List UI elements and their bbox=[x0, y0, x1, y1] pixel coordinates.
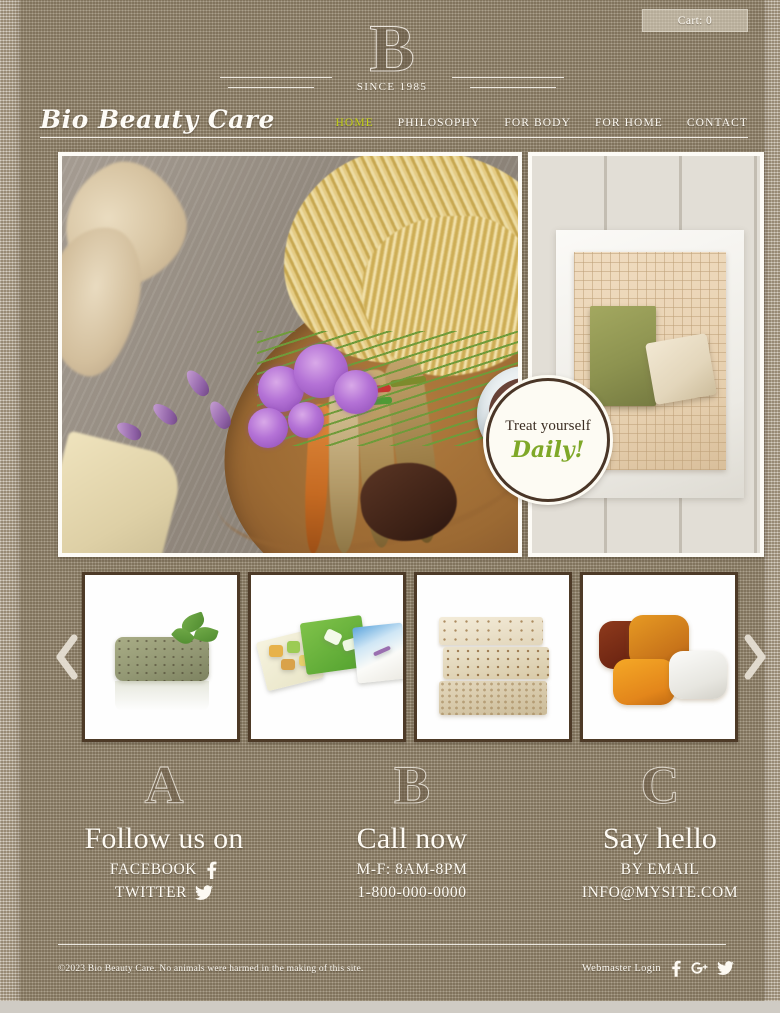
chevron-right-icon[interactable] bbox=[742, 634, 768, 680]
twitter-icon[interactable] bbox=[717, 961, 734, 976]
crest-monogram: B SINCE 1985 bbox=[332, 10, 452, 94]
orange-soap bbox=[613, 659, 675, 705]
carousel-thumb-1[interactable] bbox=[82, 572, 240, 742]
hero-section: Treat yourself Daily! bbox=[58, 152, 764, 557]
twitter-icon[interactable] bbox=[195, 885, 214, 901]
clear-soap bbox=[669, 651, 727, 699]
info-column-a: A Follow us on FACEBOOK TWITTER bbox=[40, 756, 288, 906]
carousel-thumb-3[interactable] bbox=[414, 572, 572, 742]
column-letter-a: A bbox=[144, 755, 184, 815]
promo-badge[interactable]: Treat yourself Daily! bbox=[486, 378, 610, 502]
product-carousel bbox=[56, 572, 766, 744]
bottom-strip bbox=[0, 1001, 780, 1013]
nav-item-contact[interactable]: CONTACT bbox=[687, 117, 748, 129]
nav-item-philosophy[interactable]: PHILOSOPHY bbox=[398, 117, 481, 129]
business-hours: M-F: 8AM-8PM bbox=[288, 861, 536, 879]
olive-soap-bar bbox=[590, 306, 656, 406]
copyright-text: ©2023 Bio Beauty Care. No animals were h… bbox=[58, 963, 364, 974]
webmaster-login-link[interactable]: Webmaster Login bbox=[582, 963, 661, 974]
brand-name[interactable]: Bio Beauty Care bbox=[40, 105, 275, 137]
site-crest: B SINCE 1985 bbox=[20, 14, 764, 96]
confetti-chip bbox=[281, 659, 295, 670]
oat-soap-bar-bottom-texture bbox=[439, 681, 547, 715]
facebook-icon[interactable] bbox=[670, 960, 682, 977]
column-title-a: Follow us on bbox=[84, 822, 244, 855]
facebook-link[interactable]: FACEBOOK bbox=[40, 861, 288, 879]
info-column-b: B Call now M-F: 8AM-8PM 1-800-000-0000 bbox=[288, 756, 536, 906]
business-hours-text: M-F: 8AM-8PM bbox=[356, 861, 468, 878]
phone-number-text: 1-800-000-0000 bbox=[357, 884, 467, 901]
info-column-c: C Say hello BY EMAIL INFO@MYSITE.COM bbox=[536, 756, 780, 906]
carousel-thumb-4[interactable] bbox=[580, 572, 738, 742]
crest-since-label: SINCE 1985 bbox=[356, 81, 428, 93]
chive-blossom bbox=[248, 408, 288, 448]
crest-letter: B bbox=[369, 10, 415, 86]
phone-number[interactable]: 1-800-000-0000 bbox=[288, 884, 536, 902]
email-address[interactable]: INFO@MYSITE.COM bbox=[536, 884, 780, 902]
footer-right-group: Webmaster Login bbox=[582, 960, 734, 977]
chive-blossom bbox=[334, 370, 378, 414]
chive-blossom bbox=[288, 402, 324, 438]
oat-soap-bar-top-specks bbox=[439, 617, 543, 645]
confetti-chip bbox=[287, 641, 300, 653]
green-soap-bar bbox=[115, 637, 209, 711]
hero-image-herbs[interactable] bbox=[58, 152, 522, 557]
site-footer: ©2023 Bio Beauty Care. No animals were h… bbox=[58, 960, 734, 977]
nav-item-for-body[interactable]: FOR BODY bbox=[504, 117, 571, 129]
info-columns: A Follow us on FACEBOOK TWITTER B Call n… bbox=[40, 756, 780, 906]
footer-divider bbox=[58, 944, 726, 945]
badge-line-1: Treat yourself bbox=[505, 417, 591, 434]
nav-item-for-home[interactable]: FOR HOME bbox=[595, 117, 663, 129]
main-nav: HOME PHILOSOPHY FOR BODY FOR HOME CONTAC… bbox=[336, 117, 748, 137]
column-letter-c: C bbox=[640, 755, 680, 815]
page-root: Cart: 0 B SINCE 1985 Bio Beauty Care HOM… bbox=[0, 0, 780, 1013]
column-title-c: Say hello bbox=[602, 822, 718, 855]
email-label-text: BY EMAIL bbox=[620, 861, 700, 878]
twitter-label: TWITTER bbox=[114, 884, 188, 901]
email-address-text: INFO@MYSITE.COM bbox=[581, 884, 739, 901]
column-letter-b: B bbox=[393, 755, 431, 815]
google-plus-icon[interactable] bbox=[691, 960, 708, 977]
confetti-chip bbox=[269, 645, 283, 657]
cream-soap-bar bbox=[645, 333, 717, 405]
hero-left-scene bbox=[62, 156, 518, 553]
facebook-label: FACEBOOK bbox=[109, 861, 198, 878]
email-label: BY EMAIL bbox=[536, 861, 780, 879]
facebook-icon[interactable] bbox=[205, 861, 218, 879]
badge-line-2: Daily! bbox=[511, 436, 585, 463]
nav-item-home[interactable]: HOME bbox=[336, 117, 374, 129]
chevron-left-icon[interactable] bbox=[54, 634, 80, 680]
oat-soap-bar-middle-specks bbox=[443, 647, 549, 679]
brand-bar: Bio Beauty Care HOME PHILOSOPHY FOR BODY… bbox=[40, 100, 748, 138]
site-content: Cart: 0 B SINCE 1985 Bio Beauty Care HOM… bbox=[20, 0, 766, 1001]
column-title-b: Call now bbox=[356, 822, 468, 855]
twitter-link[interactable]: TWITTER bbox=[40, 884, 288, 902]
carousel-thumb-2[interactable] bbox=[248, 572, 406, 742]
